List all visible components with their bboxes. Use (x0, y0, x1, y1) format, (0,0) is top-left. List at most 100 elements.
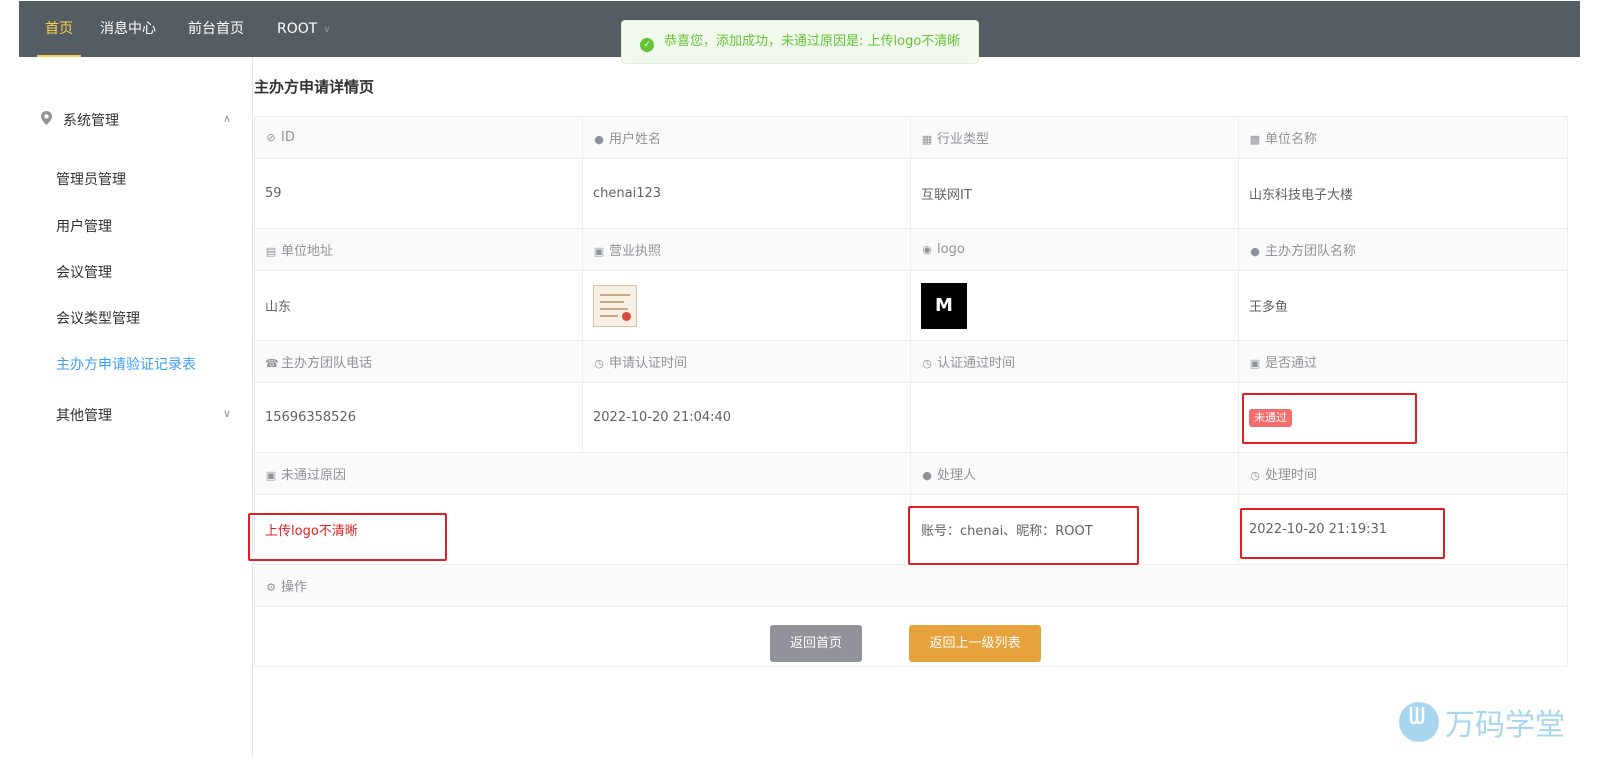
label-text: 处理时间 (1265, 468, 1318, 483)
watermark: 万码学堂 (1399, 700, 1565, 744)
reject-reason-text: 上传logo不清晰 (265, 524, 358, 539)
value-reject-reason: 上传logo不清晰 (254, 494, 911, 565)
building-icon: ▤ (265, 245, 277, 258)
value-handler: 账号：chenai、昵称：ROOT (910, 494, 1239, 565)
label-text: 单位名称 (1265, 132, 1318, 147)
license-image[interactable] (593, 284, 637, 327)
label-team-phone: ☎ 主办方团队电话 (254, 340, 583, 383)
label-text: logo (937, 242, 965, 257)
sidebar-item-organizer-verification[interactable]: 主办方申请验证记录表 (56, 355, 196, 375)
label-text: 认证通过时间 (937, 356, 1016, 371)
value-address: 山东 (254, 270, 583, 341)
label-text: 主办方团队名称 (1265, 244, 1357, 259)
label-text: 单位地址 (281, 244, 334, 259)
value-handle-time: 2022-10-20 21:19:31 (1238, 494, 1568, 565)
nav-item-home[interactable]: 首页 (37, 1, 81, 57)
label-industry: ▦ 行业类型 (910, 116, 1239, 159)
label-handler: ● 处理人 (910, 452, 1239, 495)
label-text: 营业执照 (609, 244, 662, 259)
link-icon: ⊘ (266, 131, 276, 144)
sidebar-item-meeting-types[interactable]: 会议类型管理 (56, 309, 140, 329)
value-industry: 互联网IT (910, 158, 1239, 229)
label-license: ▣ 营业执照 (582, 228, 911, 271)
label-address: ▤ 单位地址 (254, 228, 583, 271)
value-logo: M (910, 270, 1239, 341)
menu-group-system[interactable]: 系统管理 (41, 111, 119, 131)
menu-group-other[interactable]: 其他管理 (56, 406, 112, 426)
check-square-icon: ▣ (1249, 357, 1261, 370)
label-text: 是否通过 (1265, 356, 1318, 371)
label-text: 操作 (281, 580, 308, 595)
label-apply-time: ◷ 申请认证时间 (582, 340, 911, 383)
sidebar-item-meetings[interactable]: 会议管理 (56, 263, 112, 283)
label-status: ▣ 是否通过 (1238, 340, 1568, 383)
value-username: chenai123 (582, 158, 911, 229)
label-text: 处理人 (937, 468, 977, 483)
label-actions: ⚙ 操作 (254, 564, 1568, 607)
label-id: ⊘ ID (254, 116, 583, 159)
check-circle-icon: ✓ (640, 38, 654, 52)
chevron-down-icon: ∨ (323, 24, 331, 35)
watermark-text: 万码学堂 (1445, 708, 1565, 743)
value-row: 59 chenai123 互联网IT 山东科技电子大楼 (254, 158, 1568, 229)
value-apply-time: 2022-10-20 21:04:40 (582, 382, 911, 453)
nav-item-user-menu[interactable]: ROOT ∨ (277, 1, 331, 57)
label-handle-time: ◷ 处理时间 (1238, 452, 1568, 495)
label-logo: ◉ logo (910, 228, 1239, 271)
gear-icon: ⚙ (266, 581, 276, 594)
label-pass-time: ◷ 认证通过时间 (910, 340, 1239, 383)
label-row: ⊘ ID ● 用户姓名 ▦ 行业类型 ▩ 单位名称 (254, 116, 1568, 159)
chart-icon: ▩ (1249, 133, 1261, 146)
value-license (582, 270, 911, 341)
user-icon: ● (594, 133, 604, 146)
nav-item-frontend[interactable]: 前台首页 (188, 1, 244, 57)
label-company: ▩ 单位名称 (1238, 116, 1568, 159)
label-team-name: ● 主办方团队名称 (1238, 228, 1568, 271)
clock-icon: ◷ (594, 357, 604, 370)
label-row: ▣ 未通过原因 ● 处理人 ◷ 处理时间 (254, 452, 1568, 495)
menu-group-system-label: 系统管理 (63, 113, 119, 129)
label-text: ID (281, 130, 295, 145)
page-title: 主办方申请详情页 (254, 78, 375, 96)
success-toast: ✓ 恭喜您，添加成功，未通过原因是: 上传logo不清晰 (621, 20, 979, 64)
chevron-up-icon: ∧ (223, 112, 232, 125)
back-home-button[interactable]: 返回首页 (770, 625, 862, 662)
value-row: 15696358526 2022-10-20 21:04:40 未通过 (254, 382, 1568, 453)
sidebar-item-admin[interactable]: 管理员管理 (56, 170, 126, 190)
label-username: ● 用户姓名 (582, 116, 911, 159)
value-company: 山东科技电子大楼 (1238, 158, 1568, 229)
timer-icon: ◷ (922, 357, 932, 370)
clipboard-icon: ▣ (593, 245, 605, 258)
label-row: ☎ 主办方团队电话 ◷ 申请认证时间 ◷ 认证通过时间 ▣ 是否通过 (254, 340, 1568, 383)
clipboard-icon: ▣ (265, 469, 277, 482)
logo-image[interactable]: M (921, 282, 967, 329)
value-team-phone: 15696358526 (254, 382, 583, 453)
pin-icon: ◉ (922, 243, 932, 256)
toast-message: 恭喜您，添加成功，未通过原因是: 上传logo不清晰 (664, 34, 961, 49)
watermark-logo-icon (1399, 702, 1439, 742)
value-status: 未通过 (1238, 382, 1568, 453)
value-row: 上传logo不清晰 账号：chenai、昵称：ROOT 2022-10-20 2… (254, 494, 1568, 565)
grid-icon: ▦ (921, 133, 933, 146)
status-badge: 未通过 (1249, 408, 1292, 427)
user-icon: ● (1250, 245, 1260, 258)
value-row: 山东 M 王多鱼 (254, 270, 1568, 341)
chevron-down-icon: ∨ (223, 407, 232, 420)
label-text: 未通过原因 (281, 468, 347, 483)
label-row: ▤ 单位地址 ▣ 营业执照 ◉ logo ● 主办方团队名称 (254, 228, 1568, 271)
label-text: 主办方团队电话 (281, 356, 373, 371)
phone-icon: ☎ (265, 357, 279, 370)
value-pass-time (910, 382, 1239, 453)
label-text: 申请认证时间 (609, 356, 688, 371)
sidebar: 系统管理 ∧ 管理员管理 用户管理 会议管理 会议类型管理 主办方申请验证记录表… (19, 57, 253, 757)
location-pin-icon (41, 111, 53, 131)
nav-item-messages[interactable]: 消息中心 (100, 1, 156, 57)
value-team-name: 王多鱼 (1238, 270, 1568, 341)
back-list-button[interactable]: 返回上一级列表 (909, 625, 1041, 662)
label-text: 用户姓名 (609, 132, 662, 147)
detail-table: ⊘ ID ● 用户姓名 ▦ 行业类型 ▩ 单位名称 59 chenai123 互联网IT… (254, 116, 1568, 667)
user-menu-label: ROOT (277, 21, 318, 37)
label-reject-reason: ▣ 未通过原因 (254, 452, 911, 495)
label-row: ⚙ 操作 (254, 564, 1568, 607)
sidebar-item-users[interactable]: 用户管理 (56, 217, 112, 237)
